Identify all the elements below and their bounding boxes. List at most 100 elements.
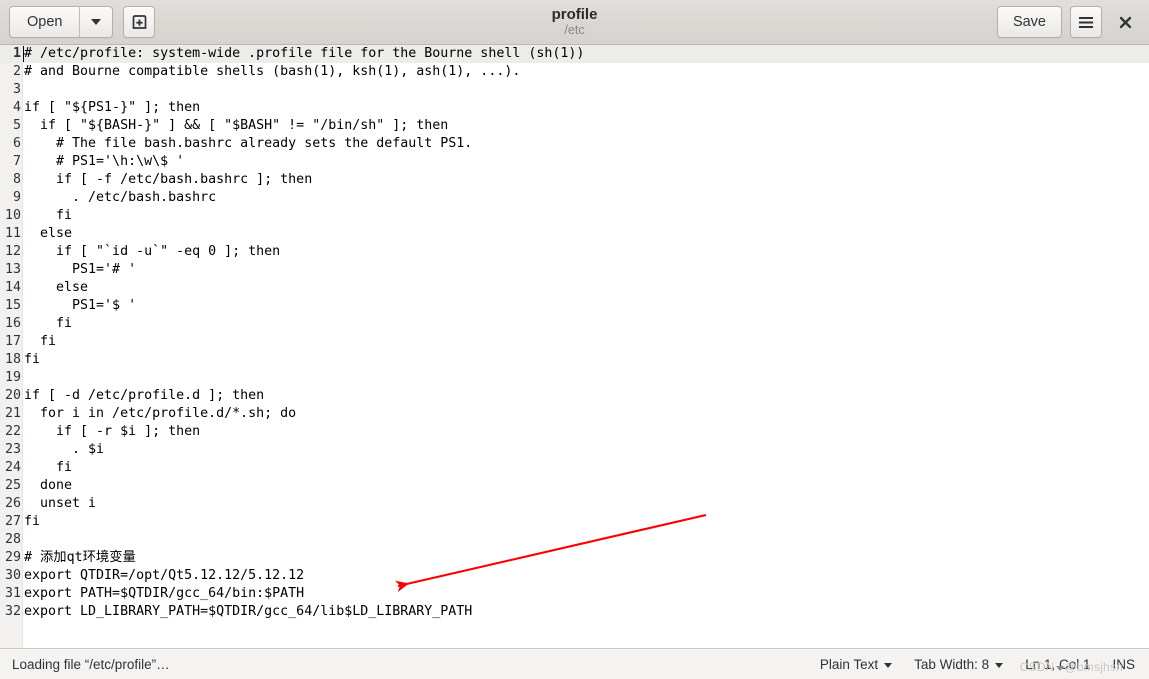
code-line[interactable]: 10 fi <box>0 207 1149 225</box>
line-text[interactable]: fi <box>22 207 72 225</box>
line-text[interactable]: # and Bourne compatible shells (bash(1),… <box>22 63 520 81</box>
code-line-list[interactable]: 1 # /etc/profile: system-wide .profile fi… <box>0 45 1149 621</box>
code-line[interactable]: 1 # /etc/profile: system-wide .profile fi… <box>0 45 1149 63</box>
line-number: 19 <box>4 370 21 385</box>
code-line[interactable]: 19 <box>0 369 1149 387</box>
text-editor-window: Open profile /etc Save 1 # /etc/profile:… <box>0 0 1149 679</box>
line-number: 23 <box>4 442 21 457</box>
line-text[interactable]: # 添加qt环境变量 <box>22 549 136 567</box>
chevron-down-icon <box>884 662 893 668</box>
line-text[interactable]: if [ -r $i ]; then <box>22 423 200 441</box>
code-line[interactable]: 14 else <box>0 279 1149 297</box>
line-text[interactable]: PS1='$ ' <box>22 297 136 315</box>
insert-mode-indicator[interactable]: INS <box>1112 657 1137 672</box>
line-text[interactable]: fi <box>22 315 72 333</box>
code-line[interactable]: 23 . $i <box>0 441 1149 459</box>
code-line[interactable]: 4 if [ "${PS1-}" ]; then <box>0 99 1149 117</box>
new-document-button[interactable] <box>123 6 156 38</box>
line-text[interactable]: else <box>22 225 72 243</box>
line-text[interactable]: . $i <box>22 441 104 459</box>
line-text[interactable]: fi <box>22 459 72 477</box>
status-right-group: Plain Text Tab Width: 8 Ln 1, Col 1 INS <box>820 657 1137 672</box>
line-text[interactable]: else <box>22 279 88 297</box>
tab-width-selector[interactable]: Tab Width: 8 <box>914 657 1004 672</box>
code-line[interactable]: 32 export LD_LIBRARY_PATH=$QTDIR/gcc_64/l… <box>0 603 1149 621</box>
line-number: 24 <box>4 460 21 475</box>
new-document-icon <box>132 14 147 29</box>
code-line[interactable]: 26 unset i <box>0 495 1149 513</box>
line-number: 8 <box>12 172 21 187</box>
code-line[interactable]: 28 <box>0 531 1149 549</box>
line-text[interactable]: . /etc/bash.bashrc <box>22 189 216 207</box>
code-line[interactable]: 27 fi <box>0 513 1149 531</box>
line-number: 7 <box>12 154 21 169</box>
code-line[interactable]: 20 if [ -d /etc/profile.d ]; then <box>0 387 1149 405</box>
line-text[interactable] <box>22 531 24 549</box>
line-number: 2 <box>12 64 21 79</box>
code-line[interactable]: 25 done <box>0 477 1149 495</box>
hamburger-menu-icon <box>1079 16 1093 28</box>
code-line[interactable]: 5 if [ "${BASH-}" ] && [ "$BASH" != "/bi… <box>0 117 1149 135</box>
code-line[interactable]: 2 # and Bourne compatible shells (bash(1)… <box>0 63 1149 81</box>
code-line[interactable]: 6 # The file bash.bashrc already sets th… <box>0 135 1149 153</box>
line-number: 12 <box>4 244 21 259</box>
line-text[interactable]: fi <box>22 351 40 369</box>
main-menu-button[interactable] <box>1070 6 1102 38</box>
save-button[interactable]: Save <box>996 6 1062 38</box>
cursor-position[interactable]: Ln 1, Col 1 <box>1025 657 1090 672</box>
language-label: Plain Text <box>819 656 879 672</box>
line-text[interactable]: if [ -d /etc/profile.d ]; then <box>22 387 264 405</box>
code-line[interactable]: 12 if [ "`id -u`" -eq 0 ]; then <box>0 243 1149 261</box>
code-line[interactable]: 22 if [ -r $i ]; then <box>0 423 1149 441</box>
code-line[interactable]: 8 if [ -f /etc/bash.bashrc ]; then <box>0 171 1149 189</box>
line-text[interactable]: if [ -f /etc/bash.bashrc ]; then <box>22 171 312 189</box>
editor-empty-area[interactable] <box>0 621 1149 648</box>
code-line[interactable]: 13 PS1='# ' <box>0 261 1149 279</box>
code-line[interactable]: 7 # PS1='\h:\w\$ ' <box>0 153 1149 171</box>
header-bar: Open profile /etc Save <box>0 0 1149 45</box>
line-text[interactable]: # /etc/profile: system-wide .profile fil… <box>22 45 584 63</box>
code-line[interactable]: 31 export PATH=$QTDIR/gcc_64/bin:$PATH <box>0 585 1149 603</box>
header-right-controls: Save <box>996 6 1140 38</box>
code-line[interactable]: 29 # 添加qt环境变量 <box>0 549 1149 567</box>
line-number: 22 <box>4 424 21 439</box>
line-text[interactable]: fi <box>22 513 40 531</box>
close-icon <box>1119 16 1131 28</box>
line-text[interactable]: export LD_LIBRARY_PATH=$QTDIR/gcc_64/lib… <box>22 603 472 621</box>
code-line[interactable]: 21 for i in /etc/profile.d/*.sh; do <box>0 405 1149 423</box>
line-text[interactable]: PS1='# ' <box>22 261 136 279</box>
code-line[interactable]: 18 fi <box>0 351 1149 369</box>
line-text[interactable]: fi <box>22 333 56 351</box>
open-button[interactable]: Open <box>9 6 80 38</box>
line-number: 21 <box>4 406 21 421</box>
line-text[interactable]: done <box>22 477 72 495</box>
code-line[interactable]: 24 fi <box>0 459 1149 477</box>
open-dropdown-button[interactable] <box>79 6 114 38</box>
line-text[interactable]: if [ "${BASH-}" ] && [ "$BASH" != "/bin/… <box>22 117 448 135</box>
code-line[interactable]: 15 PS1='$ ' <box>0 297 1149 315</box>
text-cursor <box>23 46 24 62</box>
code-line[interactable]: 16 fi <box>0 315 1149 333</box>
code-line[interactable]: 11 else <box>0 225 1149 243</box>
line-text[interactable]: export PATH=$QTDIR/gcc_64/bin:$PATH <box>22 585 304 603</box>
line-text[interactable] <box>22 369 24 387</box>
line-text[interactable]: # The file bash.bashrc already sets the … <box>22 135 472 153</box>
status-message: Loading file “/etc/profile”… <box>12 656 170 672</box>
line-number: 15 <box>4 298 21 313</box>
close-window-button[interactable] <box>1110 7 1140 37</box>
line-text[interactable] <box>22 81 24 99</box>
line-text[interactable]: if [ "`id -u`" -eq 0 ]; then <box>22 243 280 261</box>
editor-area[interactable]: 1 # /etc/profile: system-wide .profile fi… <box>0 45 1149 648</box>
language-selector[interactable]: Plain Text <box>819 656 893 672</box>
line-text[interactable]: for i in /etc/profile.d/*.sh; do <box>22 405 296 423</box>
code-line[interactable]: 17 fi <box>0 333 1149 351</box>
line-number: 20 <box>4 388 21 403</box>
editor-scroll-region[interactable]: 1 # /etc/profile: system-wide .profile fi… <box>0 45 1149 648</box>
line-text[interactable]: export QTDIR=/opt/Qt5.12.12/5.12.12 <box>22 567 304 585</box>
code-line[interactable]: 3 <box>0 81 1149 99</box>
code-line[interactable]: 9 . /etc/bash.bashrc <box>0 189 1149 207</box>
line-text[interactable]: if [ "${PS1-}" ]; then <box>22 99 200 117</box>
line-text[interactable]: # PS1='\h:\w\$ ' <box>22 153 184 171</box>
line-text[interactable]: unset i <box>22 495 96 513</box>
code-line[interactable]: 30 export QTDIR=/opt/Qt5.12.12/5.12.12 <box>0 567 1149 585</box>
